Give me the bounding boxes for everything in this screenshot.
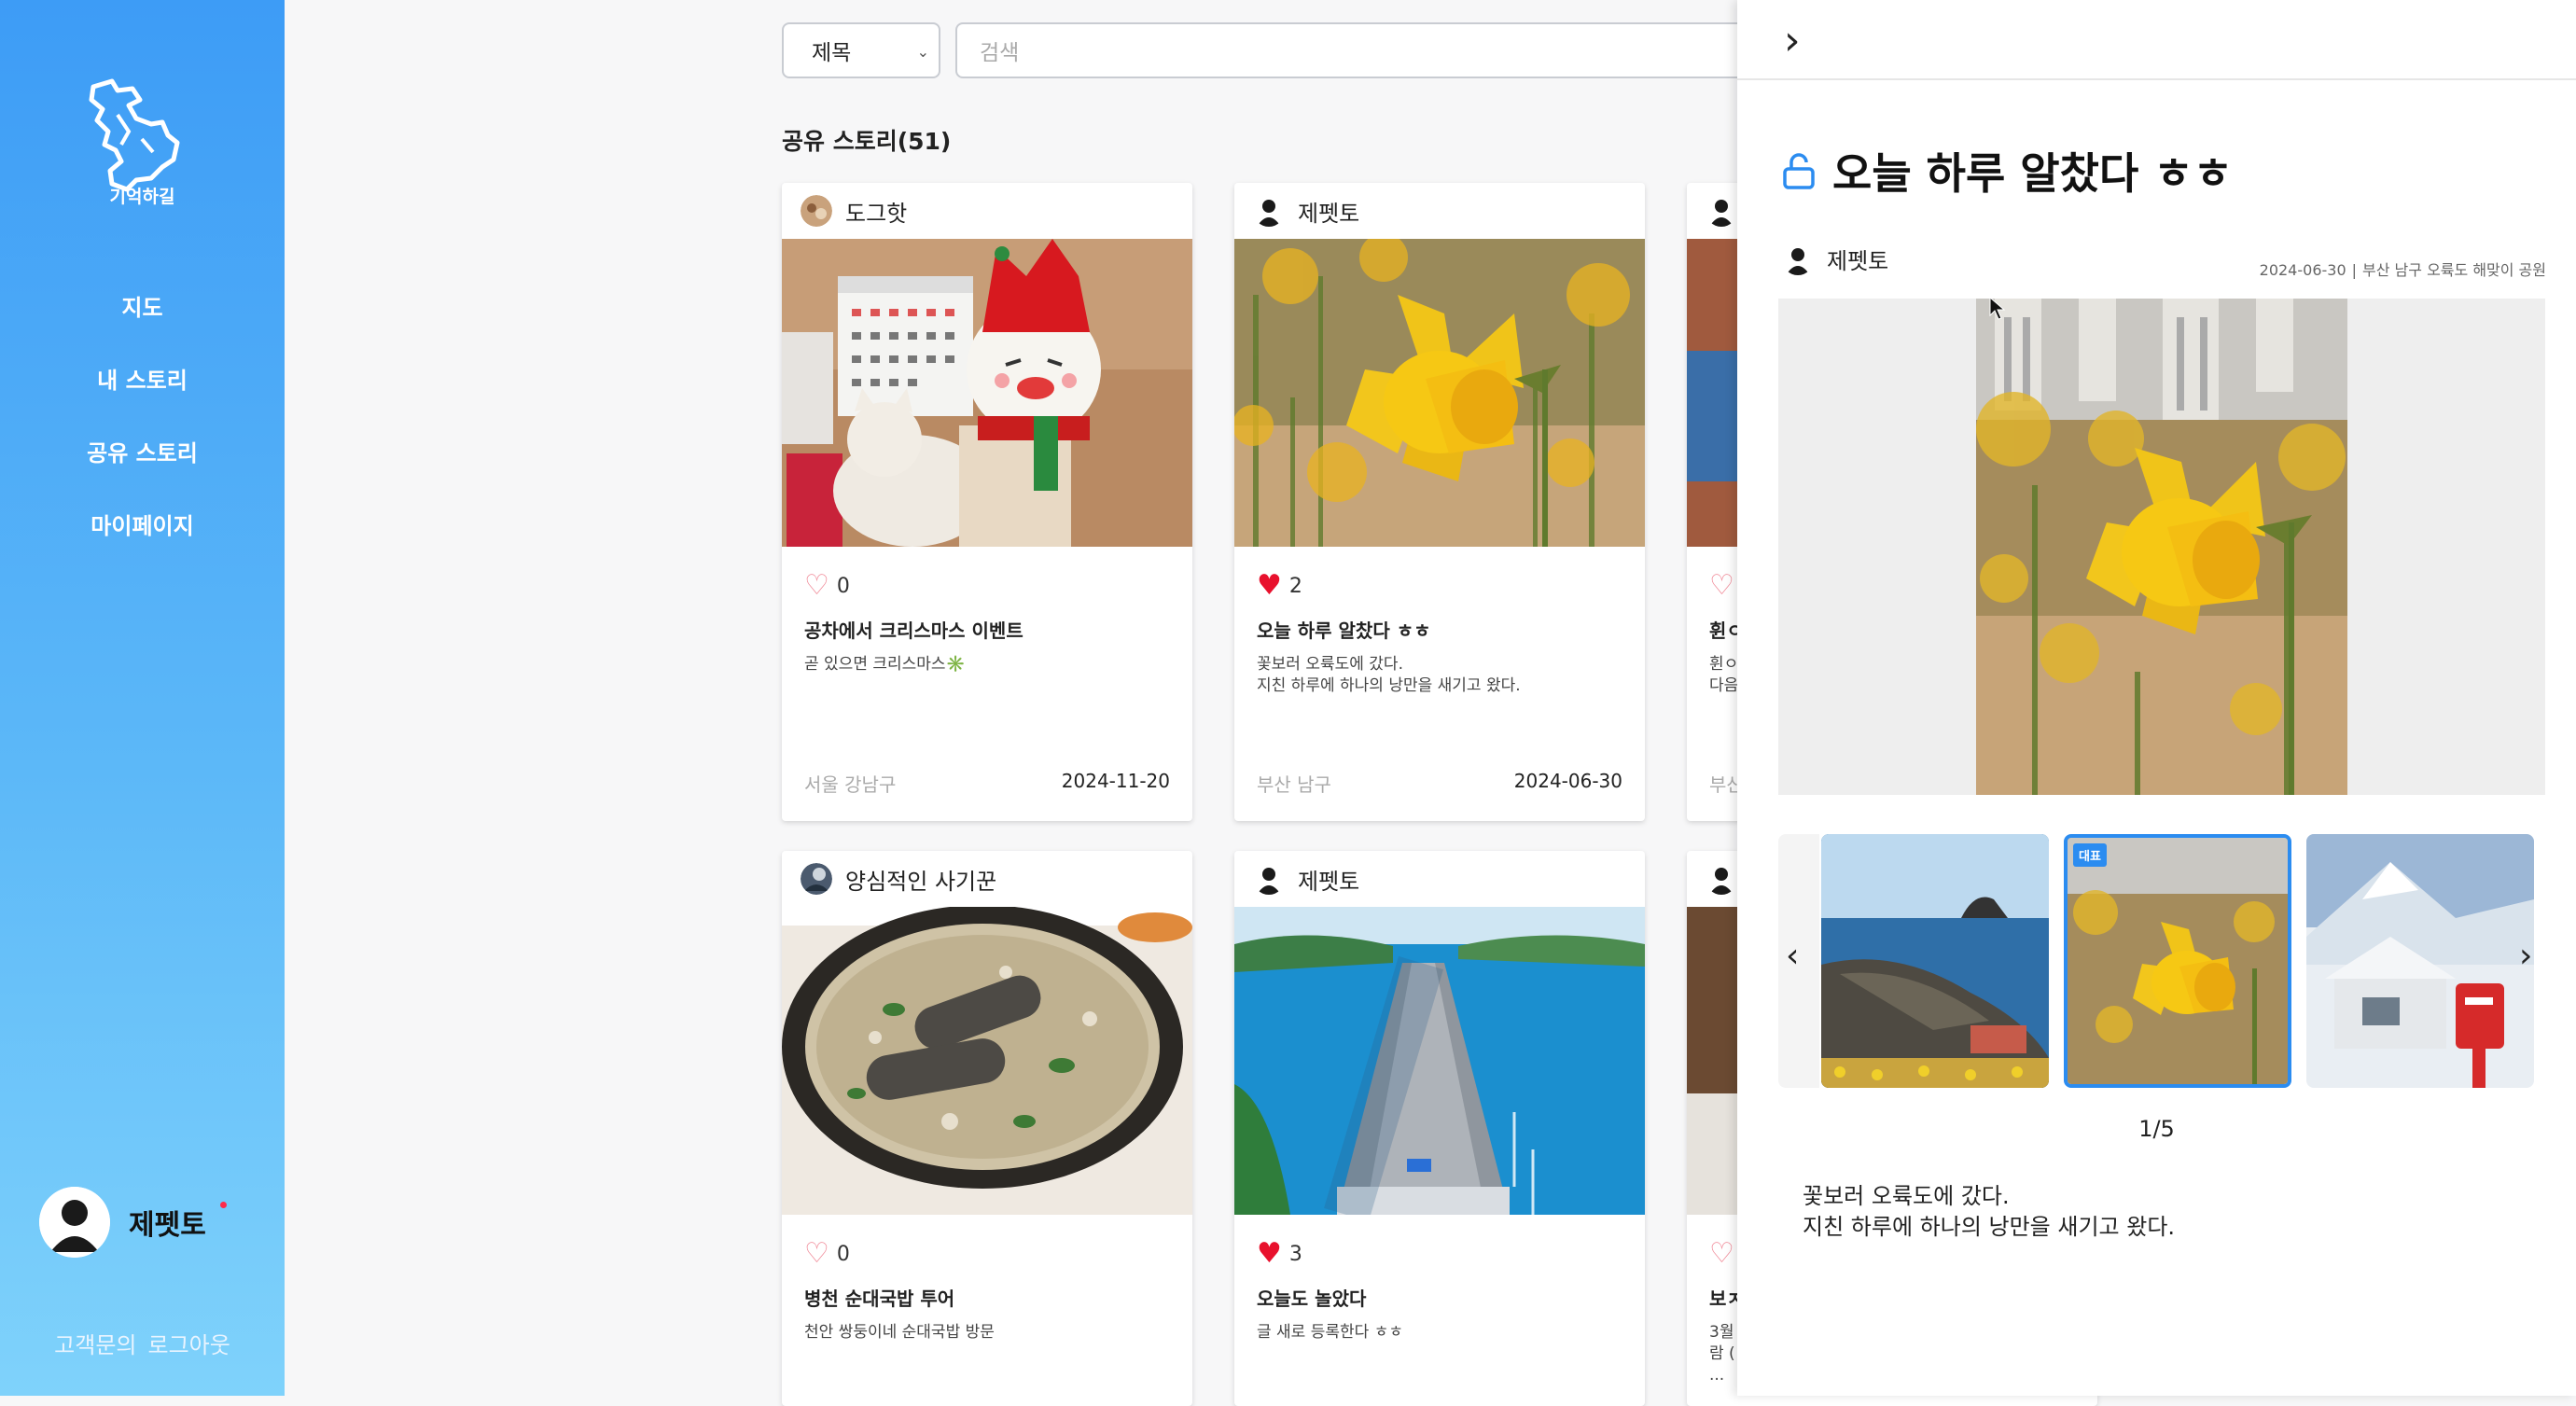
- detail-photo[interactable]: [1976, 299, 2347, 795]
- heart-icon[interactable]: ♡: [1709, 1240, 1734, 1268]
- panel-header: ›: [1737, 0, 2576, 80]
- search-placeholder: 검색: [980, 41, 1020, 65]
- thumbnail[interactable]: [2306, 834, 2534, 1088]
- chevron-left-icon[interactable]: ‹: [1786, 937, 1799, 975]
- photo-page-indicator: 1/5: [2138, 1116, 2175, 1142]
- card-author: 양심적인 사기꾼: [845, 868, 997, 895]
- card-title: 오늘 하루 알찼다 ㅎㅎ: [1257, 619, 1431, 642]
- card-author: 제펫토: [1298, 868, 1360, 895]
- thumbnail[interactable]: [1821, 834, 2049, 1088]
- card-location: 서울 강남구: [804, 773, 897, 796]
- detail-meta: 2024-06-30 | 부산 남구 오륙도 해맞이 공원: [2259, 261, 2546, 279]
- card-title: 오늘도 놀았다: [1257, 1288, 1367, 1310]
- logo-text: 기억하길: [109, 187, 175, 207]
- chevron-down-icon: ⌄: [916, 43, 929, 61]
- card-description: 곧 있으면 크리스마스✳️: [804, 655, 966, 674]
- chevron-right-icon[interactable]: ›: [2519, 937, 2532, 975]
- like-count: 3: [1288, 1242, 1302, 1266]
- nav-shared-story[interactable]: 공유 스토리: [0, 435, 285, 467]
- detail-place: 부산 남구 오륙도 해맞이 공원: [2362, 261, 2546, 279]
- detail-panel: › 오늘 하루 알찼다 ㅎㅎ 제펫토 2024-06-30 | 부산 남구 오륙도 …: [1737, 0, 2576, 1396]
- story-card[interactable]: 도그핫 ♡ 0 공차에서 크리스마스 이벤트 곧 있으면 크리스마스✳️ 서울 …: [782, 183, 1192, 821]
- card-description-line: 3월: [1709, 1323, 1734, 1342]
- card-description-line: 다음: [1709, 676, 1739, 695]
- sidebar: 기억하길 지도 내 스토리 공유 스토리 마이페이지 제펫토 고객문의 로그아웃: [0, 0, 285, 1396]
- story-card[interactable]: 양심적인 사기꾼 ♡ 0 병천 순대국밥 투어 천안 쌍둥이네 순대국밥 방문: [782, 851, 1192, 1406]
- avatar-icon: [1706, 863, 1737, 895]
- section-title: 공유 스토리(51): [782, 128, 952, 155]
- avatar-icon: [39, 1187, 110, 1258]
- card-author: 도그핫: [845, 200, 908, 227]
- avatar-icon: [801, 863, 832, 895]
- representative-badge: 대표: [2073, 843, 2107, 867]
- search-field-select[interactable]: 제목 ⌄: [782, 22, 940, 78]
- story-card[interactable]: 제펫토 ♥ 2 오늘 하루 알찼다 ㅎㅎ 꽃보러 오륙도에 갔다. 지친 하루에…: [1234, 183, 1645, 821]
- heart-icon[interactable]: ♡: [1709, 572, 1734, 600]
- notification-dot: [220, 1202, 227, 1208]
- like-count: 0: [836, 1242, 850, 1266]
- like-count: 2: [1288, 574, 1302, 598]
- card-description-line: ...: [1709, 1366, 1725, 1385]
- sidebar-user-name: 제펫토: [129, 1209, 206, 1242]
- heart-icon[interactable]: ♡: [804, 1240, 829, 1268]
- thumbnail-carousel: ‹ 대표 ›: [1778, 834, 2545, 1088]
- card-title: 공차에서 크리스마스 이벤트: [804, 619, 1023, 642]
- lock-open-icon[interactable]: [1782, 152, 1816, 189]
- card-image: [1234, 239, 1645, 547]
- card-image: [782, 907, 1192, 1215]
- mouse-cursor-icon: [1989, 297, 2006, 320]
- thumbnail-selected[interactable]: 대표: [2064, 834, 2291, 1088]
- logout-link[interactable]: 로그아웃: [148, 1332, 230, 1358]
- avatar-icon: [1253, 863, 1285, 895]
- nav-map[interactable]: 지도: [0, 289, 285, 322]
- detail-author-row: 제펫토: [1782, 243, 1888, 275]
- card-description: 천안 쌍둥이네 순대국밥 방문: [804, 1323, 995, 1342]
- detail-text: 꽃보러 오륙도에 갔다. 지친 하루에 하나의 낭만을 새기고 왔다.: [1803, 1183, 2176, 1240]
- sidebar-footer: 고객문의 로그아웃: [0, 1327, 285, 1359]
- detail-title: 오늘 하루 알찼다 ㅎㅎ: [1832, 148, 2233, 199]
- card-description-line: 휜ㅇ: [1709, 655, 1739, 674]
- heart-icon[interactable]: ♡: [804, 572, 829, 600]
- card-date: 2024-06-30: [1513, 770, 1622, 792]
- card-description: 꽃보러 오륙도에 갔다. 지친 하루에 하나의 낭만을 새기고 왔다.: [1257, 655, 1521, 695]
- customer-center-link[interactable]: 고객문의: [54, 1332, 136, 1358]
- search-input[interactable]: 검색: [955, 22, 1795, 78]
- avatar-icon: [1706, 195, 1737, 227]
- card-image: [782, 239, 1192, 547]
- avatar-icon: [1782, 243, 1814, 275]
- card-author: 제펫토: [1298, 200, 1360, 227]
- detail-photo-frame: [1778, 299, 2545, 795]
- detail-date: 2024-06-30: [2259, 261, 2346, 279]
- like-count: 0: [836, 574, 850, 598]
- card-description: 글 새로 등록한다 ㅎㅎ: [1257, 1323, 1403, 1342]
- nav-my-story[interactable]: 내 스토리: [0, 362, 285, 395]
- card-date: 2024-11-20: [1061, 770, 1170, 792]
- story-card[interactable]: 제펫토 ♥ 3 오늘도 놀았다 글 새로 등록한다 ㅎㅎ: [1234, 851, 1645, 1406]
- avatar-icon: [1253, 195, 1285, 227]
- avatar-icon: [801, 195, 832, 227]
- card-location: 부산 남구: [1257, 773, 1331, 796]
- chevron-right-icon[interactable]: ›: [1784, 17, 1801, 64]
- detail-title-row: 오늘 하루 알찼다 ㅎㅎ: [1782, 140, 2233, 202]
- sidebar-user[interactable]: 제펫토: [39, 1187, 206, 1258]
- heart-icon[interactable]: ♥: [1257, 1240, 1282, 1268]
- card-title: 병천 순대국밥 투어: [804, 1288, 955, 1310]
- card-image: [1234, 907, 1645, 1215]
- select-value: 제목: [812, 41, 852, 65]
- nav-mypage[interactable]: 마이페이지: [0, 508, 285, 540]
- heart-icon[interactable]: ♥: [1257, 572, 1282, 600]
- card-description-line: 람 (: [1709, 1344, 1735, 1363]
- detail-author: 제펫토: [1827, 248, 1889, 274]
